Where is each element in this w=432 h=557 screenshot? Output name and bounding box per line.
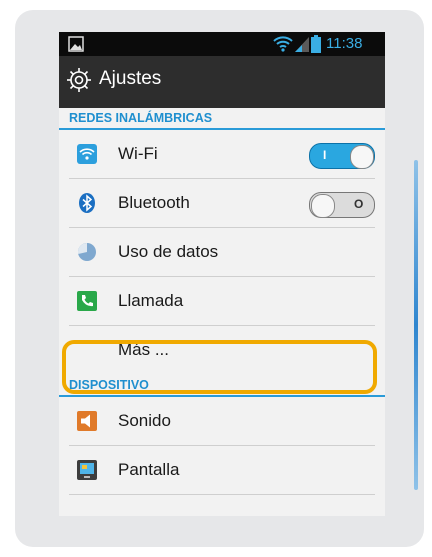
wifi-icon: [273, 36, 293, 52]
section-title: DISPOSITIVO: [69, 378, 149, 392]
settings-item-data-usage[interactable]: Uso de datos: [59, 228, 385, 277]
settings-item-label: Pantalla: [118, 460, 180, 479]
gear-icon: [67, 68, 91, 92]
settings-item-label: Llamada: [118, 291, 184, 310]
settings-item-call[interactable]: Llamada: [59, 277, 385, 326]
bluetooth-icon: [79, 193, 95, 213]
section-header-wireless: REDES INALÁMBRICAS: [59, 108, 385, 130]
status-time: 11:38: [326, 35, 363, 52]
image-icon: [68, 36, 84, 52]
settings-item-more[interactable]: Más ...: [59, 326, 385, 375]
settings-item-label: Bluetooth: [118, 193, 190, 212]
settings-item-label: Sonido: [118, 411, 171, 430]
settings-item-display[interactable]: Pantalla: [59, 446, 385, 495]
toggle-knob[interactable]: [311, 194, 335, 218]
status-bar: 11:38: [59, 32, 385, 56]
speaker-icon: [77, 411, 97, 431]
toggle-knob[interactable]: [350, 145, 374, 169]
settings-item-bluetooth[interactable]: Bluetooth O: [59, 179, 385, 228]
data-usage-icon: [77, 242, 96, 261]
settings-item-sound[interactable]: Sonido: [59, 397, 385, 446]
toggle-off-mark: O: [354, 197, 364, 211]
frame-edge: [414, 160, 418, 490]
settings-item-label: Wi-Fi: [118, 144, 158, 163]
phone-icon: [77, 291, 97, 311]
settings-item-label: Uso de datos: [118, 242, 219, 261]
section-header-device: DISPOSITIVO: [59, 375, 385, 397]
row-divider: [69, 494, 375, 495]
bluetooth-toggle[interactable]: O: [309, 192, 375, 218]
wifi-toggle[interactable]: I: [309, 143, 375, 169]
section-title: REDES INALÁMBRICAS: [69, 111, 213, 125]
signal-icon: [295, 37, 309, 52]
wifi-icon: [77, 144, 97, 164]
display-icon: [77, 460, 97, 480]
settings-item-label: Más ...: [118, 340, 170, 359]
toggle-on-mark: I: [323, 148, 327, 162]
phone-screen: 11:38 Ajustes REDES INALÁMBRICAS Wi-Fi I…: [59, 32, 385, 516]
battery-icon: [311, 35, 321, 53]
page-title: Ajustes: [99, 68, 162, 89]
settings-item-wifi[interactable]: Wi-Fi I: [59, 130, 385, 179]
